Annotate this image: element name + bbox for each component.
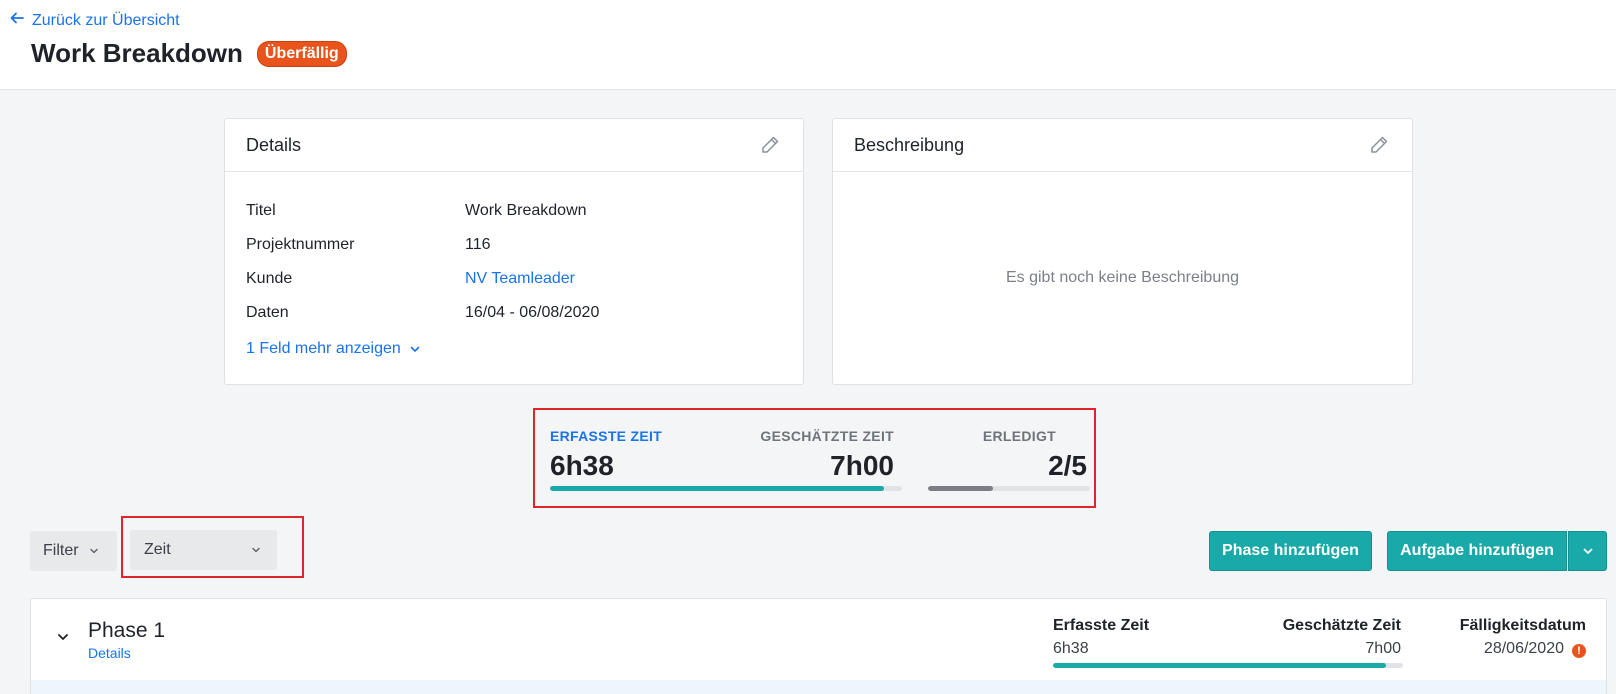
group-by-value: Zeit <box>144 541 171 558</box>
description-heading: Beschreibung <box>854 134 965 155</box>
phase-due-value: 28/06/2020 <box>1483 640 1564 657</box>
edit-details-button[interactable] <box>758 133 782 157</box>
page-title: Work Breakdown <box>31 38 243 68</box>
done-label: ERLEDIGT <box>982 428 1056 444</box>
phase-time-progress-fill <box>1053 663 1386 668</box>
time-progress-fill <box>550 486 885 491</box>
phase-tracked-label: Erfasste Zeit <box>1053 617 1150 634</box>
chevron-down-icon <box>410 346 420 352</box>
tracked-time-label: ERFASSTE ZEIT <box>550 428 663 444</box>
detail-row-title: Titel Work Breakdown <box>246 194 782 228</box>
add-task-button[interactable]: Aufgabe hinzufügen <box>1387 531 1567 571</box>
detail-value: Work Breakdown <box>465 202 587 219</box>
details-card-header: Details <box>225 119 803 172</box>
chevron-down-icon <box>252 547 260 553</box>
phase-card: Phase 1 Details Erfasste Zeit 6h38 Gesch… <box>30 598 1607 694</box>
show-more-fields-link[interactable]: 1 Feld mehr anzeigen <box>246 340 421 358</box>
time-stats-summary: ERFASSTE ZEIT 6h38 GESCHÄTZTE ZEIT 7h00 … <box>533 408 1096 508</box>
details-card: Details Titel Work Breakdown Projektnumm… <box>224 118 804 385</box>
description-card-header: Beschreibung <box>833 119 1412 172</box>
arrow-left-icon <box>10 11 24 30</box>
top-bar: Zurück zur Übersicht Work Breakdown Über… <box>0 0 1616 90</box>
detail-label: Kunde <box>246 270 293 287</box>
detail-row-project-number: Projektnummer 116 <box>246 228 782 262</box>
customer-link[interactable]: NV Teamleader <box>465 270 575 288</box>
estimated-time-label: GESCHÄTZTE ZEIT <box>760 428 894 444</box>
detail-label: Projektnummer <box>246 236 355 253</box>
tracked-time-value: 6h38 <box>550 450 614 481</box>
title-row: Work Breakdown Überfällig <box>31 38 347 69</box>
detail-value: 16/04 - 06/08/2020 <box>465 304 600 321</box>
pencil-icon <box>762 136 779 153</box>
phase-content-strip <box>31 680 1606 694</box>
filter-label: Filter <box>43 542 79 559</box>
phase-time-progress-bar <box>1053 663 1403 668</box>
description-empty-text: Es gibt noch keine Beschreibung <box>1005 269 1240 286</box>
phase-name: Phase 1 <box>88 619 166 642</box>
time-progress-bar <box>550 486 902 491</box>
detail-row-dates: Daten 16/04 - 06/08/2020 <box>246 296 782 330</box>
phase-estimated-label: Geschätzte Zeit <box>1282 617 1401 634</box>
done-progress-bar <box>928 486 1090 491</box>
chevron-down-icon <box>1583 548 1592 554</box>
description-card: Beschreibung Es gibt noch keine Beschrei… <box>832 118 1413 385</box>
add-phase-button[interactable]: Phase hinzufügen <box>1209 531 1372 571</box>
group-by-select[interactable]: Zeit <box>130 530 277 570</box>
edit-description-button[interactable] <box>1367 133 1391 157</box>
detail-value: 116 <box>465 236 491 253</box>
show-more-label: 1 Feld mehr anzeigen <box>246 340 401 357</box>
estimated-time-value: 7h00 <box>830 450 894 481</box>
phase-estimated-value: 7h00 <box>1365 640 1401 657</box>
phase-details-link[interactable]: Details <box>88 645 131 661</box>
chevron-down-icon <box>89 548 98 554</box>
done-value: 2/5 <box>1048 450 1087 481</box>
back-to-overview-link[interactable]: Zurück zur Übersicht <box>10 11 180 30</box>
done-progress-fill <box>928 486 993 491</box>
detail-row-customer: Kunde NV Teamleader <box>246 262 782 296</box>
phase-due: 28/06/2020! <box>1484 640 1586 658</box>
pencil-icon <box>1371 136 1388 153</box>
back-link-label: Zurück zur Übersicht <box>32 11 180 29</box>
phase-due-label: Fälligkeitsdatum <box>1459 617 1586 634</box>
warning-icon: ! <box>1572 644 1586 658</box>
collapse-phase-toggle[interactable] <box>55 629 71 645</box>
detail-label: Daten <box>246 304 289 321</box>
status-badge: Überfällig <box>256 40 347 67</box>
add-task-dropdown-button[interactable] <box>1568 531 1607 571</box>
filter-button[interactable]: Filter <box>30 531 117 571</box>
phase-tracked-value: 6h38 <box>1053 640 1089 657</box>
details-heading: Details <box>246 134 302 155</box>
detail-label: Titel <box>246 202 276 219</box>
